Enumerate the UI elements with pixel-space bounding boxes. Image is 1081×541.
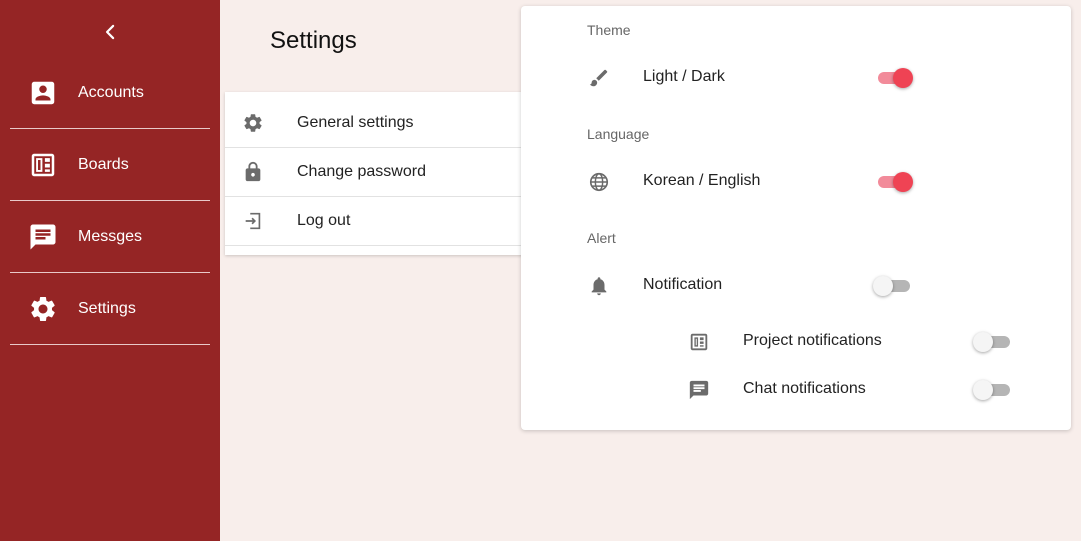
gear-icon bbox=[27, 293, 59, 325]
menu-item-log-out[interactable]: Log out bbox=[225, 197, 525, 246]
sidebar-item-boards[interactable]: Boards bbox=[10, 129, 210, 201]
notification-label: Notification bbox=[643, 276, 723, 293]
toggle-thumb bbox=[973, 332, 993, 352]
message-icon bbox=[27, 221, 59, 253]
language-toggle[interactable] bbox=[875, 170, 913, 194]
back-button[interactable] bbox=[96, 18, 124, 46]
sidebar-item-settings[interactable]: Settings bbox=[10, 273, 210, 345]
page-title: Settings bbox=[270, 27, 357, 54]
language-label: Korean / English bbox=[643, 172, 761, 189]
sidebar-item-accounts[interactable]: Accounts bbox=[10, 57, 210, 129]
dashboard-icon bbox=[27, 149, 59, 181]
menu-item-general-settings[interactable]: General settings bbox=[225, 99, 525, 148]
globe-icon bbox=[587, 170, 611, 194]
sidebar-item-label: Boards bbox=[78, 155, 129, 173]
section-label-alert: Alert bbox=[587, 230, 616, 246]
sidebar-item-label: Settings bbox=[78, 299, 136, 317]
menu-item-label: Log out bbox=[297, 212, 351, 229]
menu-item-label: Change password bbox=[297, 163, 426, 180]
toggle-thumb bbox=[873, 276, 893, 296]
notification-toggle[interactable] bbox=[873, 274, 911, 298]
account-box-icon bbox=[27, 77, 59, 109]
toggle-thumb bbox=[973, 380, 993, 400]
theme-toggle[interactable] bbox=[875, 66, 913, 90]
brush-icon bbox=[587, 66, 611, 90]
project-notifications-label: Project notifications bbox=[743, 332, 882, 349]
settings-menu: General settings Change password Log out bbox=[225, 92, 525, 255]
settings-panel: Theme Light / Dark Language Korean / Eng… bbox=[521, 6, 1071, 430]
lock-icon bbox=[241, 160, 265, 184]
sidebar-item-label: Accounts bbox=[78, 83, 144, 101]
toggle-thumb bbox=[893, 172, 913, 192]
menu-item-change-password[interactable]: Change password bbox=[225, 148, 525, 197]
sidebar-item-label: Messges bbox=[78, 227, 143, 245]
menu-item-label: General settings bbox=[297, 114, 414, 131]
logout-icon bbox=[241, 209, 265, 233]
section-label-theme: Theme bbox=[587, 22, 631, 38]
dashboard-icon bbox=[687, 330, 711, 354]
toggle-thumb bbox=[893, 68, 913, 88]
bell-icon bbox=[587, 274, 611, 298]
chat-notifications-label: Chat notifications bbox=[743, 380, 866, 397]
sidebar-item-messages[interactable]: Messges bbox=[10, 201, 210, 273]
chat-notifications-toggle[interactable] bbox=[973, 378, 1011, 402]
sidebar: Accounts Boards Messges Settings bbox=[0, 0, 220, 541]
theme-label: Light / Dark bbox=[643, 68, 725, 85]
message-icon bbox=[687, 378, 711, 402]
section-label-language: Language bbox=[587, 126, 650, 142]
chevron-left-icon bbox=[105, 24, 115, 40]
gear-icon bbox=[241, 111, 265, 135]
project-notifications-toggle[interactable] bbox=[973, 330, 1011, 354]
